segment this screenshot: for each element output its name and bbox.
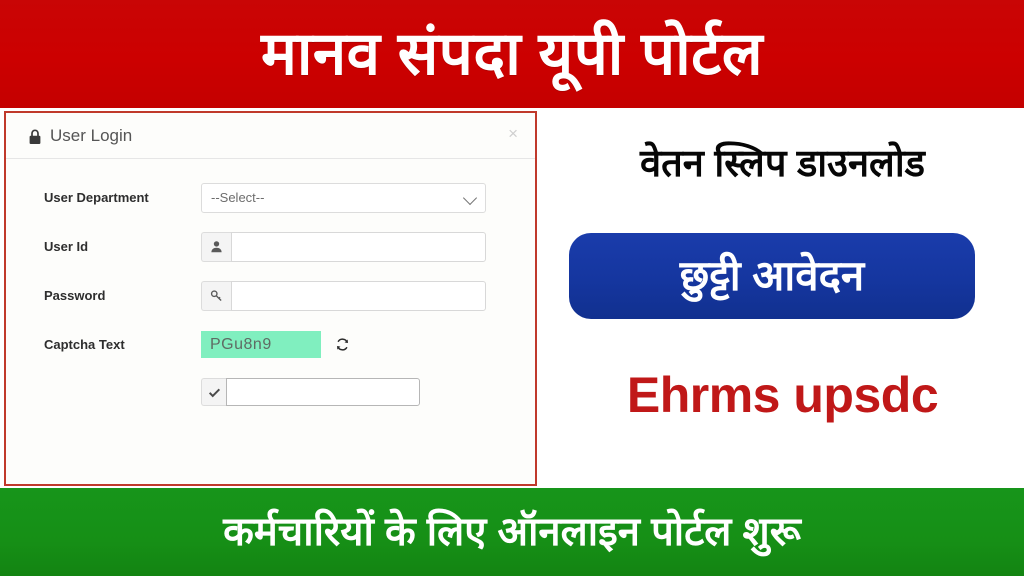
login-panel-header: User Login × [6, 113, 535, 159]
form-row-captcha-answer [6, 369, 535, 415]
refresh-icon[interactable] [335, 337, 350, 352]
promo-brand-text: Ehrms upsdc [626, 367, 939, 423]
screenshot-canvas: मानव संपदा यूपी पोर्टल User Login × User… [0, 0, 1024, 576]
control-password [201, 280, 535, 311]
control-user-department: --Select-- [201, 182, 535, 213]
user-department-select[interactable]: --Select-- [201, 182, 486, 213]
user-id-input[interactable] [231, 231, 486, 262]
user-icon [201, 231, 231, 262]
form-row-user-id: User Id [6, 222, 535, 271]
form-row-captcha: Captcha Text PGu8n9 [6, 320, 535, 369]
close-icon[interactable]: × [508, 125, 518, 142]
leave-application-label: छुट्टी आवेदन [679, 252, 865, 299]
captcha-answer-input[interactable] [226, 378, 420, 406]
label-password: Password [44, 288, 106, 303]
control-captcha: PGu8n9 [201, 331, 535, 358]
lock-icon [28, 128, 42, 145]
page-title: मानव संपदा यूपी पोर्टल [260, 20, 764, 87]
check-icon [201, 378, 226, 406]
password-input[interactable] [231, 280, 486, 311]
password-input-group [201, 280, 486, 311]
label-captcha-text: Captcha Text [44, 337, 125, 352]
form-row-department: User Department --Select-- [6, 173, 535, 222]
control-user-id [201, 231, 535, 262]
user-department-selected-value: --Select-- [211, 190, 265, 205]
login-panel-title: User Login [50, 125, 133, 145]
promo-heading: वेतन स्लिप डाउनलोड [640, 143, 925, 185]
top-red-banner: मानव संपदा यूपी पोर्टल [0, 0, 1024, 108]
bottom-green-banner: कर्मचारियों के लिए ऑनलाइन पोर्टल शुरू [0, 488, 1024, 576]
leave-application-button[interactable]: छुट्टी आवेदन [569, 233, 975, 319]
user-login-panel: User Login × User Department --Select-- … [4, 111, 539, 576]
user-id-input-group [201, 231, 486, 262]
captcha-code: PGu8n9 [210, 335, 272, 353]
captcha-image: PGu8n9 [201, 331, 321, 358]
chevron-down-icon [462, 190, 478, 205]
form-row-password: Password [6, 271, 535, 320]
captcha-answer-input-group [201, 378, 420, 406]
login-form: User Department --Select-- User Id Passw… [6, 159, 535, 415]
promo-column: वेतन स्लिप डाउनलोड छुट्टी आवेदन Ehrms up… [541, 111, 1024, 486]
label-user-department: User Department [44, 190, 149, 205]
label-user-id: User Id [44, 239, 89, 254]
key-icon [201, 280, 231, 311]
footer-headline: कर्मचारियों के लिए ऑनलाइन पोर्टल शुरू [223, 510, 801, 554]
